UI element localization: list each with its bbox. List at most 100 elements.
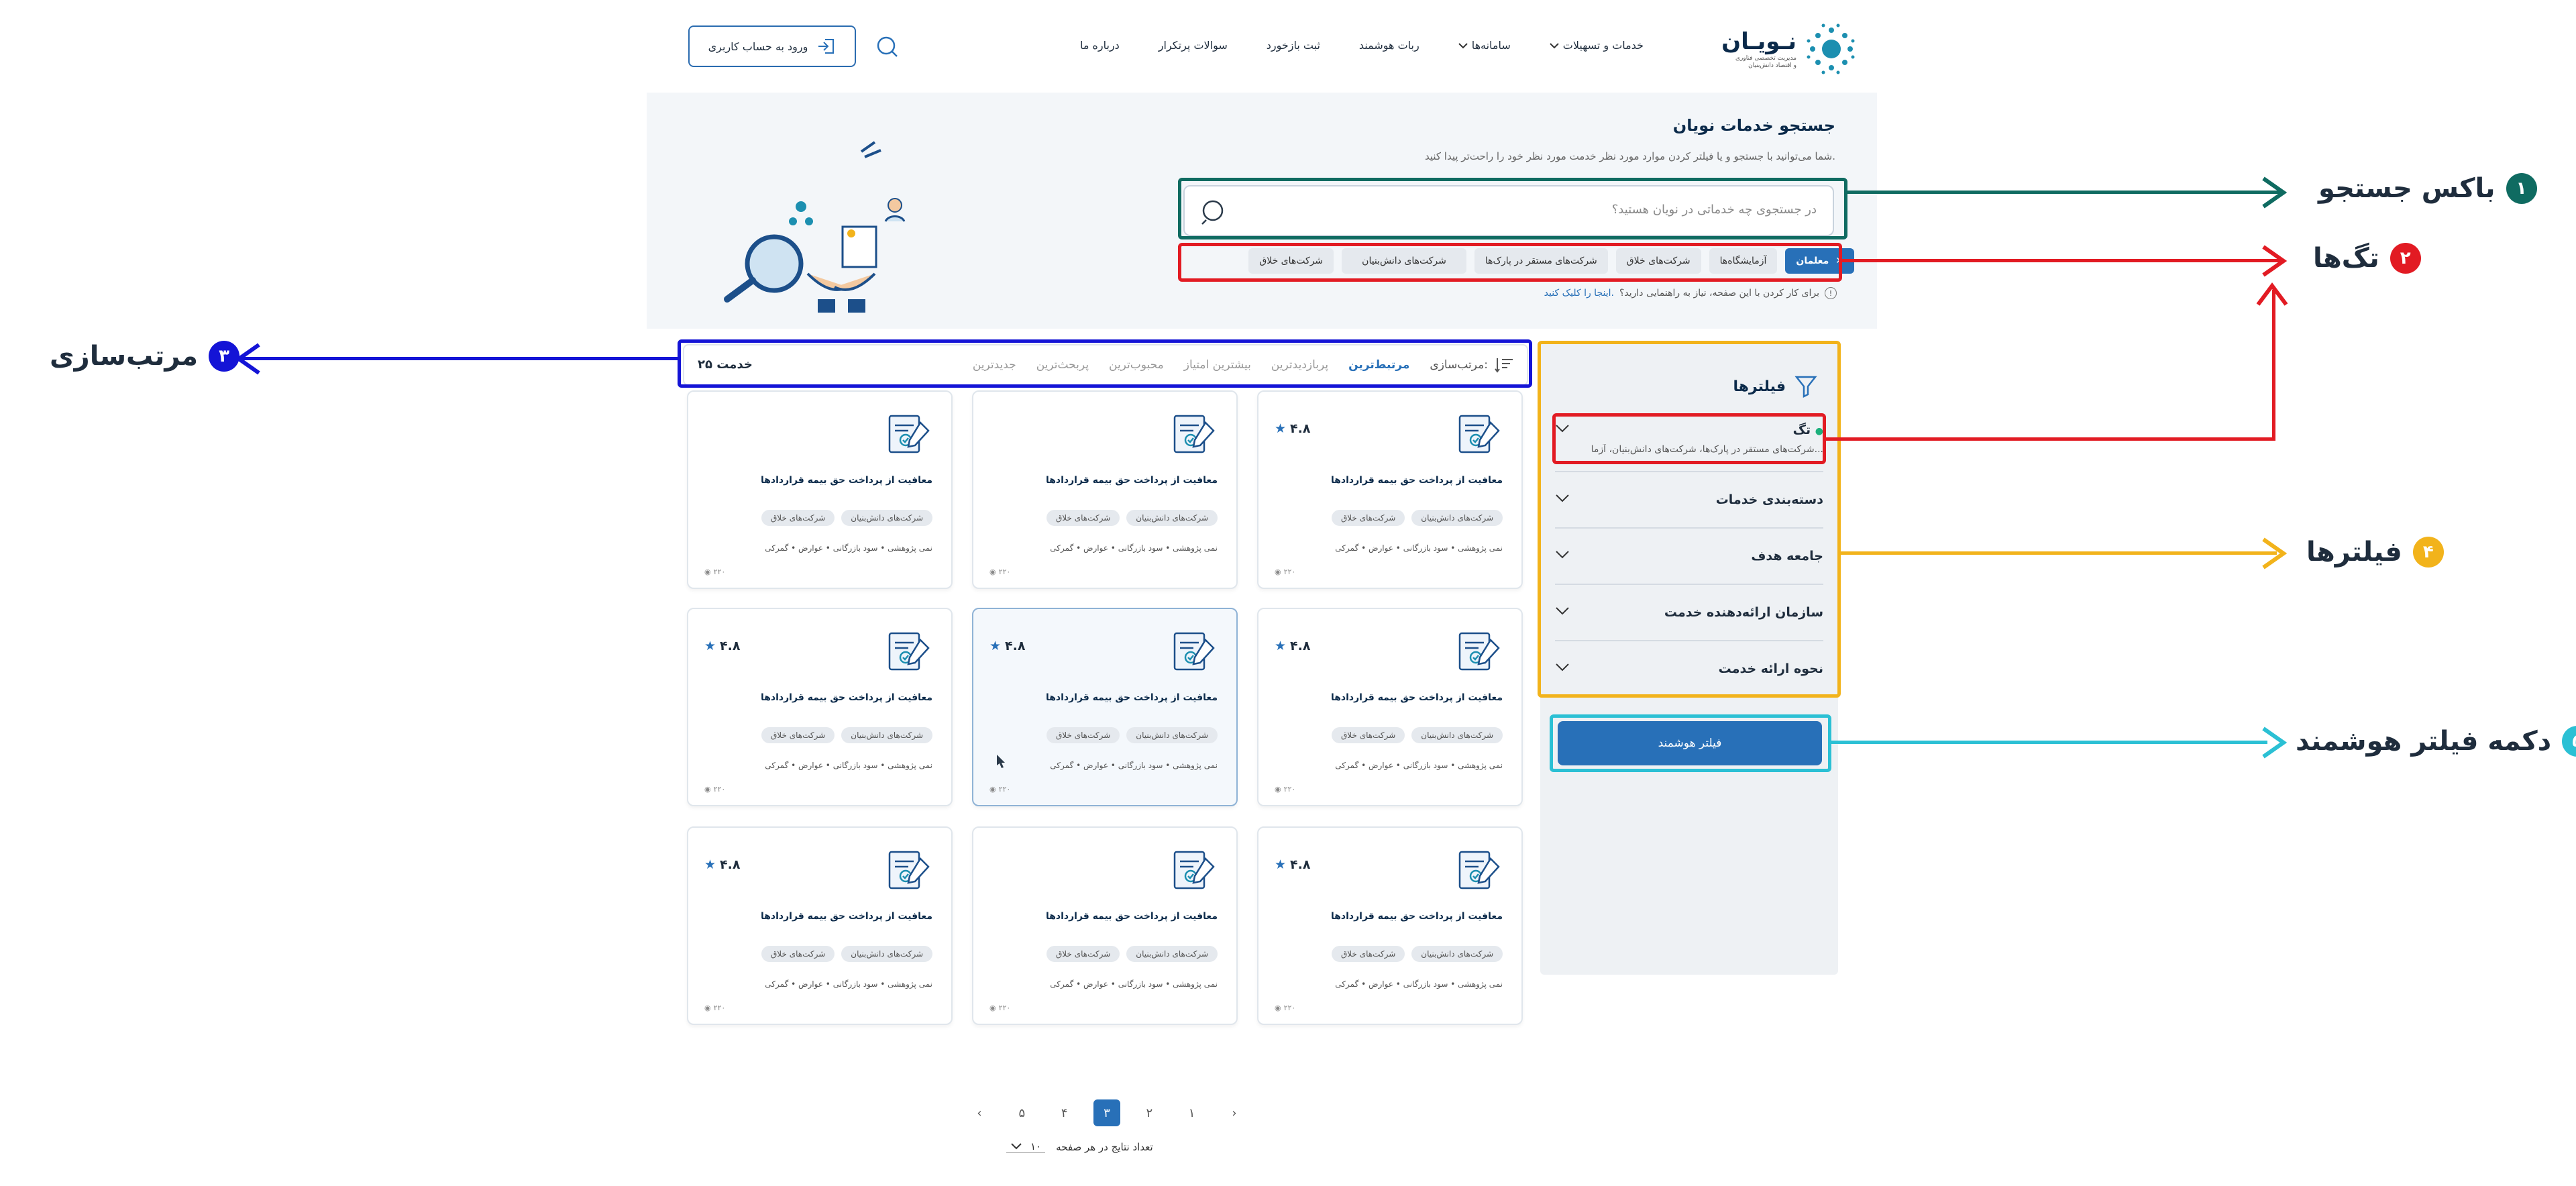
- menu-item-systems[interactable]: سامانه‌ها: [1458, 39, 1511, 52]
- contract-icon: [1171, 845, 1218, 892]
- views: ◉ ۲۲۰: [704, 1004, 726, 1012]
- service-card[interactable]: ★ ۴.۸ معافیت از پرداخت حق بیمه قراردادها شر…: [1257, 826, 1523, 1025]
- contract-icon: [1456, 627, 1503, 673]
- card-tag: شرکت‌های دانش‌بنیان: [841, 510, 932, 526]
- card-tag: شرکت‌های دانش‌بنیان: [841, 946, 932, 962]
- card-tag: شرکت‌های دانش‌بنیان: [1411, 510, 1503, 526]
- card-tag: شرکت‌های دانش‌بنیان: [841, 727, 932, 743]
- card-meta: نمی پژوهشی • سود بازرگانی • عوارض • گمرک…: [1335, 543, 1503, 553]
- star-icon: ★: [989, 639, 1002, 653]
- star-icon: ★: [1275, 857, 1287, 872]
- menu-item-feedback[interactable]: ثبت بازخورد: [1267, 39, 1320, 52]
- star-icon: ★: [704, 857, 716, 872]
- per-page-label: تعداد نتایج در هر صفحه: [1056, 1140, 1153, 1153]
- card-meta: نمی پژوهشی • سود بازرگانی • عوارض • گمرک…: [765, 761, 932, 770]
- card-title: معافیت از پرداخت حق بیمه قراردادها: [760, 692, 932, 703]
- logo-icon: [1807, 23, 1855, 74]
- annotation-box-filters: [1538, 341, 1841, 698]
- per-page-select[interactable]: ۱۰: [1006, 1140, 1046, 1153]
- contract-icon: [885, 409, 932, 456]
- card-tag: شرکت‌های خلاق: [761, 946, 835, 962]
- service-card[interactable]: معافیت از پرداخت حق بیمه قراردادها شرکت‌ه…: [687, 390, 953, 589]
- chevron-right-icon[interactable]: ›: [1221, 1099, 1248, 1126]
- card-tag: شرکت‌های دانش‌بنیان: [1126, 510, 1218, 526]
- menu-item-services[interactable]: خدمات و تسهیلات: [1550, 39, 1644, 52]
- eye-icon: ◉: [704, 1004, 711, 1012]
- arrow-icon: [2256, 282, 2288, 306]
- info-icon: !: [1825, 287, 1837, 299]
- page-current[interactable]: ۳: [1093, 1099, 1120, 1126]
- card-meta: نمی پژوهشی • سود بازرگانی • عوارض • گمرک…: [1335, 979, 1503, 989]
- card-tag: شرکت‌های دانش‌بنیان: [1126, 946, 1218, 962]
- views: ◉ ۲۲۰: [1275, 568, 1296, 576]
- eye-icon: ◉: [989, 1004, 996, 1012]
- page-subtitle: شما می‌توانید با جستجو و یا فیلتر کردن م…: [1424, 150, 1835, 162]
- eye-icon: ◉: [1275, 1004, 1281, 1012]
- card-tag: شرکت‌های دانش‌بنیان: [1411, 727, 1503, 743]
- service-card[interactable]: ★ ۴.۸ معافیت از پرداخت حق بیمه قراردادها شر…: [1257, 608, 1523, 806]
- card-title: معافیت از پرداخت حق بیمه قراردادها: [1330, 911, 1503, 922]
- service-card[interactable]: ★ ۴.۸ معافیت از پرداخت حق بیمه قراردادها شر…: [687, 608, 953, 806]
- card-meta: نمی پژوهشی • سود بازرگانی • عوارض • گمرک…: [765, 979, 932, 989]
- chevron-down-icon: [1011, 1143, 1022, 1150]
- menu-item-smart-bot[interactable]: ربات هوشمند: [1359, 39, 1419, 52]
- arrow-icon: [2262, 176, 2288, 209]
- service-card[interactable]: ★ ۴.۸ معافیت از پرداخت حق بیمه قراردادها شر…: [1257, 390, 1523, 589]
- card-title: معافیت از پرداخت حق بیمه قراردادها: [760, 475, 932, 486]
- logo-name: نـویـان: [1721, 28, 1796, 55]
- rating: ★ ۴.۸: [704, 639, 741, 653]
- help-link[interactable]: اینجا را کلیک کنید.: [1544, 288, 1614, 299]
- service-card[interactable]: ★ ۴.۸ معافیت از پرداخت حق بیمه قراردادها شر…: [687, 826, 953, 1025]
- annotation-box-search: [1178, 178, 1847, 239]
- views: ◉ ۲۲۰: [989, 1004, 1011, 1012]
- login-button[interactable]: ورود به حساب کاربری: [688, 25, 856, 67]
- views: ◉ ۲۲۰: [1275, 785, 1296, 794]
- service-card[interactable]: معافیت از پرداخت حق بیمه قراردادها شرکت‌ه…: [972, 390, 1238, 589]
- star-icon: ★: [1275, 639, 1287, 653]
- card-title: معافیت از پرداخت حق بیمه قراردادها: [1045, 692, 1218, 703]
- logo[interactable]: نـویـان مدیریت تخصصی فناوری و اقتصاد دان…: [1704, 19, 1858, 79]
- card-tag: شرکت‌های خلاق: [1046, 946, 1120, 962]
- contract-icon: [885, 845, 932, 892]
- annotation-label-smart: ۵ دکمه فیلتر هوشمند: [2296, 726, 2576, 757]
- contract-icon: [1456, 409, 1503, 456]
- search-icon[interactable]: [875, 35, 898, 58]
- card-tag: شرکت‌های خلاق: [761, 727, 835, 743]
- contract-icon: [1171, 409, 1218, 456]
- eye-icon: ◉: [1275, 568, 1281, 576]
- page-5[interactable]: ۵: [1008, 1099, 1035, 1126]
- chevron-left-icon[interactable]: ‹: [966, 1099, 993, 1126]
- card-title: معافیت از پرداخت حق بیمه قراردادها: [1045, 475, 1218, 486]
- rating: ★ ۴.۸: [1275, 421, 1311, 436]
- help-hint: ! برای کار کردن با این صفحه، نیاز به راه…: [1544, 287, 1837, 299]
- annotation-label-sort: ۳ مرتب‌سازی: [50, 341, 240, 372]
- annotation-box-smart: [1550, 714, 1831, 772]
- card-tag: شرکت‌های خلاق: [1046, 727, 1120, 743]
- page-1[interactable]: ۱: [1179, 1099, 1205, 1126]
- views: ◉ ۲۲۰: [704, 785, 726, 794]
- views: ◉ ۲۲۰: [704, 568, 726, 576]
- main-menu: خدمات و تسهیلات سامانه‌ها ربات هوشمند ثب…: [1080, 39, 1644, 52]
- star-icon: ★: [704, 639, 716, 653]
- views: ◉ ۲۲۰: [1275, 1004, 1296, 1012]
- star-icon: ★: [1275, 421, 1287, 436]
- menu-item-faq[interactable]: سوالات پرتکرار: [1159, 39, 1228, 52]
- card-title: معافیت از پرداخت حق بیمه قراردادها: [1330, 475, 1503, 486]
- service-card[interactable]: ★ ۴.۸ معافیت از پرداخت حق بیمه قراردادها شر…: [972, 608, 1238, 806]
- page-4[interactable]: ۴: [1051, 1099, 1078, 1126]
- card-tag: شرکت‌های خلاق: [1046, 510, 1120, 526]
- cursor-icon: [997, 755, 1005, 768]
- card-title: معافیت از پرداخت حق بیمه قراردادها: [760, 911, 932, 922]
- annotation-label-search: ۱ باکس جستجو: [2318, 173, 2537, 204]
- views: ◉ ۲۲۰: [989, 785, 1011, 794]
- top-nav: نـویـان مدیریت تخصصی فناوری و اقتصاد دان…: [678, 13, 1858, 80]
- login-icon: [818, 39, 835, 54]
- service-card[interactable]: معافیت از پرداخت حق بیمه قراردادها شرکت‌ه…: [972, 826, 1238, 1025]
- card-title: معافیت از پرداخت حق بیمه قراردادها: [1330, 692, 1503, 703]
- eye-icon: ◉: [1275, 785, 1281, 794]
- menu-item-about[interactable]: درباره ما: [1080, 39, 1120, 52]
- card-tag: شرکت‌های دانش‌بنیان: [1411, 946, 1503, 962]
- rating: ★ ۴.۸: [1275, 639, 1311, 653]
- page-2[interactable]: ۲: [1136, 1099, 1163, 1126]
- arrow-icon: [2262, 537, 2288, 570]
